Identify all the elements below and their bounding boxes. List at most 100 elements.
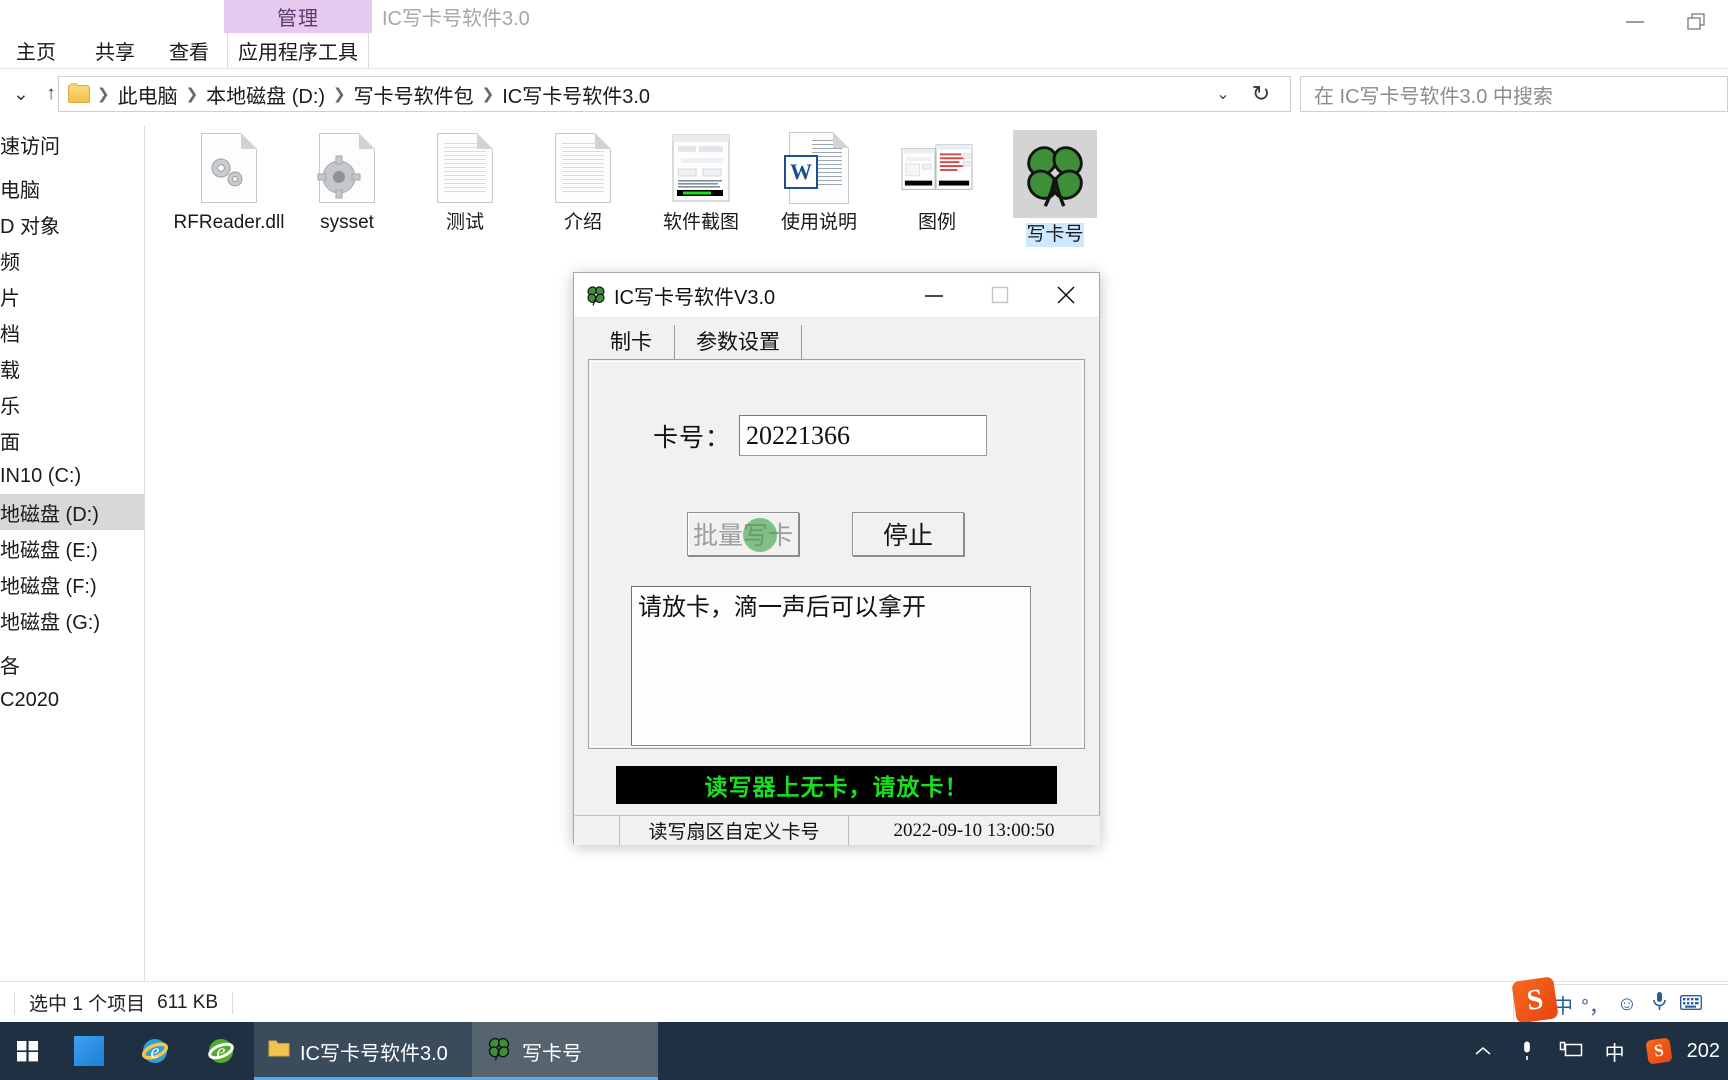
- dialog-body: 制卡 参数设置 卡号： 20221366 批量写卡 停止: [574, 318, 1100, 846]
- refresh-icon[interactable]: ↻: [1237, 76, 1285, 112]
- chevron-up-icon[interactable]: [1461, 1022, 1505, 1080]
- windows-start-icon[interactable]: [0, 1022, 56, 1080]
- word-document-icon: W: [783, 130, 855, 206]
- file-item[interactable]: 软件截图: [642, 126, 760, 247]
- taskbar-item-card-writer[interactable]: 写卡号: [472, 1022, 658, 1080]
- breadcrumb-separator: ❯: [481, 86, 495, 103]
- file-name: 软件截图: [662, 212, 739, 233]
- dialog-window-controls: [901, 273, 1099, 317]
- breadcrumb-folder-pkg[interactable]: 写卡号软件包: [349, 80, 479, 109]
- sidebar-item-downloads[interactable]: 载: [0, 350, 144, 386]
- log-textarea[interactable]: 请放卡，滴一声后可以拿开: [631, 586, 1031, 746]
- svg-text:e: e: [151, 1041, 160, 1063]
- sidebar-item-this-pc[interactable]: 电脑: [0, 170, 144, 206]
- search-input[interactable]: 在 IC写卡号软件3.0 中搜索: [1300, 76, 1728, 112]
- microphone-icon[interactable]: [1505, 1022, 1549, 1080]
- card-number-input[interactable]: 20221366: [739, 415, 988, 456]
- card-number-row: 卡号： 20221366: [653, 415, 988, 456]
- file-item[interactable]: 介绍: [524, 126, 642, 247]
- file-item-selected[interactable]: 写卡号: [996, 126, 1114, 247]
- file-item[interactable]: 图例: [878, 126, 996, 247]
- stop-button[interactable]: 停止: [852, 512, 964, 556]
- dialog-status-bar: 读写扇区自定义卡号 2022-09-10 13:00:50: [575, 815, 1100, 846]
- browser-green-icon[interactable]: e: [188, 1022, 254, 1080]
- file-item[interactable]: RFReader.dll: [170, 126, 288, 247]
- sidebar-item-network[interactable]: 各: [0, 646, 144, 682]
- sidebar-item-documents[interactable]: 档: [0, 314, 144, 350]
- sidebar-item-music[interactable]: 乐: [0, 386, 144, 422]
- sogou-icon[interactable]: S: [1637, 1022, 1681, 1080]
- ribbon-tab-home[interactable]: 主页: [6, 33, 66, 68]
- maximize-icon: [967, 273, 1033, 317]
- system-tray: 中 S 202: [1461, 1022, 1728, 1080]
- sidebar-item-videos[interactable]: 频: [0, 242, 144, 278]
- dialog-tab-strip: 制卡 参数设置: [588, 323, 1087, 360]
- taskbar-clock[interactable]: 202: [1681, 1040, 1720, 1063]
- sidebar-item-desktop[interactable]: 面: [0, 422, 144, 458]
- status-section-mode: 读写扇区自定义卡号: [620, 815, 849, 846]
- ime-punctuation-mode[interactable]: °，: [1580, 990, 1610, 1019]
- ribbon-top-strip: 管理 IC写卡号软件3.0: [0, 0, 1728, 33]
- text-document-icon: [547, 130, 619, 206]
- ribbon-tab-view[interactable]: 查看: [159, 33, 219, 68]
- card-number-label: 卡号：: [653, 424, 732, 452]
- ribbon-tab-share[interactable]: 共享: [85, 33, 145, 68]
- screenshot-image-icon: [665, 130, 737, 206]
- sidebar-item-drive-c[interactable]: IN10 (C:): [0, 458, 144, 494]
- batch-write-button[interactable]: 批量写卡: [687, 512, 799, 556]
- ic-card-writer-dialog[interactable]: IC写卡号软件V3.0 制卡 参数设置 卡号： 20221366 停止 请放卡，…: [573, 272, 1100, 846]
- dialog-title: IC写卡号软件V3.0: [614, 286, 776, 309]
- status-selection-size: 611 KB: [157, 991, 219, 1013]
- sidebar-item-drive-d[interactable]: 地磁盘 (D:): [0, 494, 144, 530]
- ribbon-tab-app-tools[interactable]: 应用程序工具: [227, 33, 369, 68]
- display-icon[interactable]: [1549, 1022, 1593, 1080]
- contextual-tab-manage[interactable]: 管理: [224, 0, 372, 33]
- sidebar-item-drive-e[interactable]: 地磁盘 (E:): [0, 530, 144, 566]
- ime-chinese-icon[interactable]: 中: [1593, 1022, 1637, 1080]
- sidebar-item-3d-objects[interactable]: D 对象: [0, 206, 144, 242]
- tab-parameter-settings[interactable]: 参数设置: [674, 323, 802, 360]
- explorer-status-bar: 选中 1 个项目 611 KB: [0, 981, 1728, 1023]
- file-item[interactable]: W 使用说明: [760, 126, 878, 247]
- status-section-left: [575, 815, 620, 846]
- sidebar-item-quick-access[interactable]: 速访问: [0, 126, 144, 162]
- clover-app-icon: [1013, 130, 1097, 218]
- breadcrumb-this-pc[interactable]: 此电脑: [113, 80, 183, 109]
- folder-icon: [268, 1038, 290, 1064]
- ime-emoji-icon[interactable]: ☺: [1612, 993, 1642, 1016]
- address-dropdown-chevron-icon[interactable]: ⌄: [1208, 77, 1238, 111]
- breadcrumb-current-folder[interactable]: IC写卡号软件3.0: [497, 80, 655, 109]
- clover-app-icon: [486, 1035, 512, 1067]
- file-name: 图例: [917, 212, 956, 233]
- breadcrumb-separator: ❯: [333, 86, 346, 103]
- tab-make-card[interactable]: 制卡: [588, 323, 674, 360]
- clover-app-icon: [585, 284, 607, 306]
- sidebar-item-c2020[interactable]: C2020: [0, 682, 144, 718]
- address-bar-row: ⌄ ↑ ❯ 此电脑 ❯ 本地磁盘 (D:) ❯ 写卡号软件包 ❯ IC写卡号软件…: [0, 70, 1728, 118]
- sidebar-item-drive-f[interactable]: 地磁盘 (F:): [0, 566, 144, 602]
- breadcrumb-separator: ❯: [97, 86, 110, 103]
- sidebar-item-drive-g[interactable]: 地磁盘 (G:): [0, 602, 144, 638]
- ime-keyboard-icon[interactable]: [1676, 993, 1706, 1016]
- ime-microphone-icon[interactable]: [1644, 991, 1674, 1017]
- close-icon[interactable]: [1033, 273, 1099, 317]
- taskbar-item-explorer[interactable]: IC写卡号软件3.0: [254, 1022, 472, 1080]
- screen-root: 管理 IC写卡号软件3.0 主页 共享 查看 应用程序工具 ⌄ ↑ ❯ 此电脑 …: [0, 0, 1728, 1080]
- sidebar-item-pictures[interactable]: 片: [0, 278, 144, 314]
- recent-locations-chevron-icon[interactable]: ⌄: [6, 79, 36, 109]
- task-view-icon[interactable]: [56, 1022, 122, 1080]
- internet-explorer-icon[interactable]: e: [122, 1022, 188, 1080]
- status-divider: [232, 991, 234, 1014]
- file-item[interactable]: 测试: [406, 126, 524, 247]
- status-divider: [14, 991, 15, 1014]
- dialog-title-bar[interactable]: IC写卡号软件V3.0: [574, 273, 1099, 318]
- address-bar[interactable]: ❯ 此电脑 ❯ 本地磁盘 (D:) ❯ 写卡号软件包 ❯ IC写卡号软件3.0 …: [58, 76, 1291, 112]
- action-button-row: 批量写卡 停止: [687, 512, 964, 556]
- minimize-icon[interactable]: [901, 273, 967, 317]
- file-item[interactable]: sysset: [288, 126, 406, 247]
- sogou-ime-logo-icon[interactable]: S: [1511, 976, 1559, 1024]
- svg-text:e: e: [217, 1041, 226, 1063]
- folder-icon: [68, 83, 90, 103]
- breadcrumb-drive-d[interactable]: 本地磁盘 (D:): [201, 80, 330, 109]
- gears-document-icon: [193, 130, 265, 206]
